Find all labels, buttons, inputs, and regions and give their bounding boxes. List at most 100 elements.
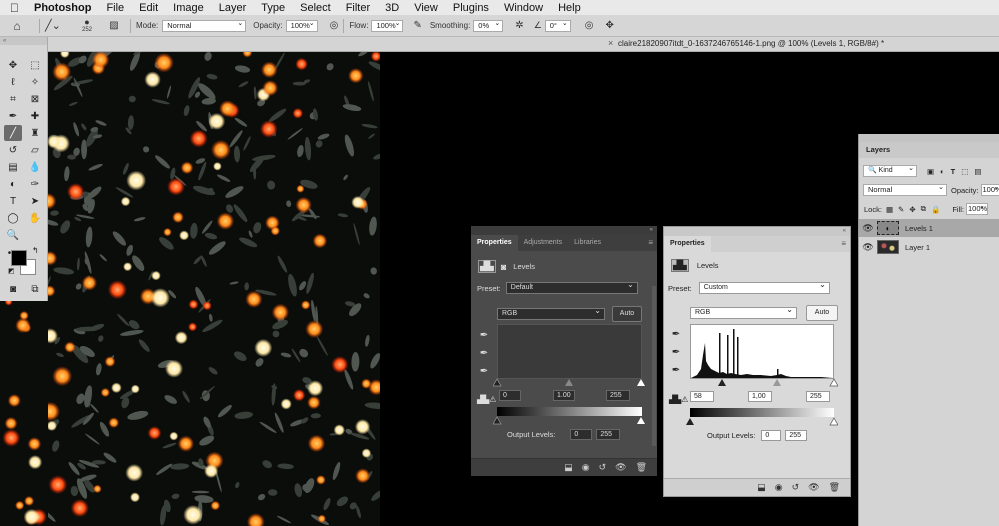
gradient-tool-icon[interactable]: ▤ — [4, 159, 22, 175]
filter-adjustment-icon[interactable]: ◐ — [940, 167, 945, 176]
opacity-input[interactable]: 100% — [285, 19, 318, 32]
preset-select[interactable]: Default — [505, 280, 638, 294]
white-point-eyedropper-icon[interactable]: ✒ — [669, 363, 683, 377]
output-black-field[interactable]: 0 — [570, 429, 593, 440]
screen-mode-icon[interactable]: ⧉ — [26, 281, 44, 297]
lock-artboard-icon[interactable]: ⧉ — [921, 204, 926, 214]
menu-filter[interactable]: Filter — [346, 2, 370, 14]
layer-opacity-input[interactable]: 100% — [980, 183, 999, 196]
menu-type[interactable]: Type — [261, 2, 285, 14]
toolbox-collapse-icon[interactable]: « — [0, 37, 47, 45]
frame-tool-icon[interactable]: ⊠ — [26, 91, 44, 107]
black-point-eyedropper-icon[interactable]: ✒ — [477, 328, 491, 342]
healing-brush-tool-icon[interactable]: ✚ — [26, 108, 44, 124]
lock-all-icon[interactable]: 🔒 — [931, 205, 940, 214]
swap-colors-icon[interactable]: ↰ — [32, 246, 39, 255]
opacity-pressure-icon[interactable]: ◎ — [330, 20, 339, 31]
layer-row-layer-1[interactable]: 👁 Layer 1 — [859, 238, 999, 256]
reset-adjustment-icon[interactable]: ↺ — [599, 462, 607, 473]
filter-type-icon[interactable]: T — [951, 167, 956, 176]
menu-view[interactable]: View — [414, 2, 438, 14]
gray-point-eyedropper-icon[interactable]: ✒ — [477, 346, 491, 360]
brush-tool-icon[interactable]: ╱ — [4, 125, 22, 141]
lasso-tool-icon[interactable]: ℓ — [4, 74, 22, 90]
delete-adjustment-icon[interactable]: 🗑 — [636, 462, 647, 473]
tab-properties[interactable]: Properties — [471, 235, 518, 251]
eyedropper-tool-icon[interactable]: ✒ — [4, 108, 22, 124]
airbrush-icon[interactable]: ✎ — [413, 20, 421, 31]
lock-image-icon[interactable]: ✎ — [898, 205, 904, 214]
output-sliders[interactable] — [493, 416, 645, 425]
filter-smartobject-icon[interactable]: ▤ — [974, 167, 981, 176]
auto-button[interactable]: Auto — [806, 305, 838, 321]
visibility-eye-icon[interactable]: 👁 — [859, 242, 877, 253]
panel-collapse-icon[interactable]: « — [664, 227, 850, 236]
quick-mask-icon[interactable]: ◙ — [4, 281, 22, 297]
ellipse-tool-icon[interactable]: ◯ — [4, 210, 22, 226]
lock-transparent-icon[interactable]: ▦ — [886, 205, 893, 214]
input-gamma-field[interactable]: 1.00 — [553, 390, 575, 401]
clone-stamp-tool-icon[interactable]: ♜ — [26, 125, 44, 141]
gray-point-eyedropper-icon[interactable]: ✒ — [669, 345, 683, 359]
input-black-field[interactable]: 0 — [499, 390, 521, 401]
panel-menu-icon[interactable]: ≡ — [841, 239, 846, 248]
clip-to-layer-icon[interactable]: ⬓ — [757, 482, 766, 493]
input-gamma-field[interactable]: 1,00 — [748, 391, 772, 402]
menu-help[interactable]: Help — [558, 2, 581, 14]
symmetry-icon[interactable]: ✥ — [606, 20, 614, 31]
filter-shape-icon[interactable]: ⬚ — [961, 167, 968, 176]
input-sliders[interactable] — [686, 378, 838, 388]
menu-layer[interactable]: Layer — [219, 2, 247, 14]
fill-input[interactable]: 100% — [966, 202, 988, 215]
brush-size-picker[interactable]: ● 252 — [71, 15, 103, 37]
calculate-histogram-icon[interactable]: ▟▙⚠ — [669, 395, 688, 404]
layer-row-levels-1[interactable]: 👁 ◐ Levels 1 — [859, 219, 999, 237]
channel-select[interactable]: RGB — [497, 306, 605, 320]
input-black-field[interactable]: 58 — [690, 391, 714, 402]
home-icon[interactable]: ⌂ — [0, 15, 34, 37]
output-white-field[interactable]: 255 — [785, 430, 808, 441]
panel-scrollbar[interactable] — [652, 286, 656, 446]
menu-edit[interactable]: Edit — [139, 2, 158, 14]
visibility-eye-icon[interactable]: 👁 — [859, 223, 877, 234]
toggle-visibility-icon[interactable]: 👁 — [808, 482, 819, 493]
type-tool-icon[interactable]: T — [4, 193, 22, 209]
hand-tool-icon[interactable]: ✋ — [26, 210, 44, 226]
default-colors-icon[interactable]: ◩ — [8, 267, 15, 275]
output-white-field[interactable]: 255 — [596, 429, 621, 440]
panel-collapse-icon[interactable]: « — [471, 226, 657, 235]
panel-collapse-bar[interactable] — [859, 134, 999, 142]
toggle-visibility-icon[interactable]: 👁 — [615, 462, 626, 473]
zoom-tool-icon[interactable]: 🔍 — [4, 227, 22, 243]
mode-select[interactable]: Normal — [162, 19, 247, 32]
brush-settings-icon[interactable]: ▨ — [103, 15, 125, 37]
filter-kind-select[interactable]: 🔍 Kind — [863, 164, 917, 177]
filter-pixel-icon[interactable]: ▣ — [927, 167, 934, 176]
menu-app-photoshop[interactable]: Photoshop — [34, 2, 91, 14]
calculate-histogram-icon[interactable]: ▟▙⚠ — [477, 395, 496, 404]
pressure-size-icon[interactable]: ◎ — [585, 20, 594, 31]
history-brush-tool-icon[interactable]: ↺ — [4, 142, 22, 158]
menu-select[interactable]: Select — [300, 2, 331, 14]
menu-plugins[interactable]: Plugins — [453, 2, 489, 14]
crop-tool-icon[interactable]: ⌗ — [4, 91, 22, 107]
blend-mode-select[interactable]: Normal — [863, 183, 947, 196]
input-white-field[interactable]: 255 — [806, 391, 830, 402]
flow-input[interactable]: 100% — [371, 19, 404, 32]
view-previous-state-icon[interactable]: ◉ — [582, 462, 590, 473]
menu-image[interactable]: Image — [173, 2, 204, 14]
clip-to-layer-icon[interactable]: ⬓ — [564, 462, 573, 473]
magic-wand-tool-icon[interactable]: ✧ — [26, 74, 44, 90]
tab-properties[interactable]: Properties — [664, 236, 711, 252]
menu-file[interactable]: File — [106, 2, 124, 14]
black-point-eyedropper-icon[interactable]: ✒ — [669, 327, 683, 341]
output-sliders[interactable] — [686, 417, 838, 426]
marquee-tool-icon[interactable]: ⬚ — [26, 57, 44, 73]
tab-libraries[interactable]: Libraries — [568, 235, 607, 251]
canvas-image[interactable] — [48, 52, 380, 526]
tab-adjustments[interactable]: Adjustments — [518, 235, 569, 251]
foreground-color-swatch[interactable] — [11, 250, 27, 266]
move-tool-icon[interactable]: ✥ — [4, 57, 22, 73]
angle-input[interactable]: 0° — [544, 19, 571, 32]
smoothing-input[interactable]: 0% — [473, 19, 504, 32]
